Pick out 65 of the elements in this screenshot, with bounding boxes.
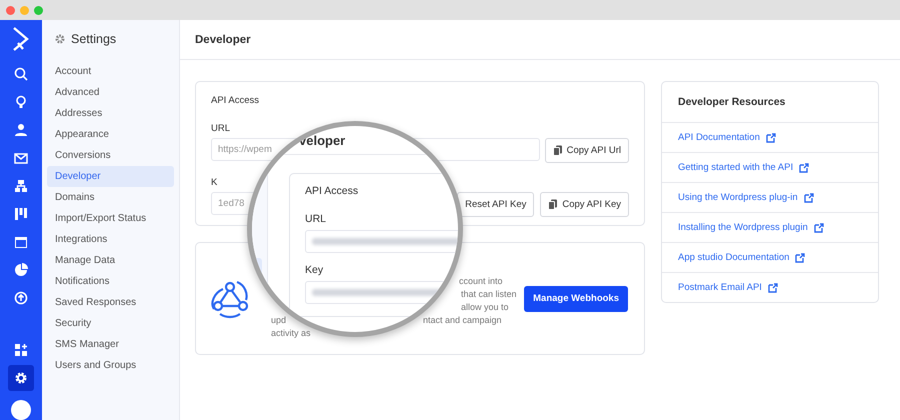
org-chart-icon	[14, 179, 28, 193]
card-title: API Access	[305, 185, 360, 197]
search-icon	[14, 67, 28, 81]
sidebar-item[interactable]: Addresses	[47, 103, 174, 124]
upload-circle-icon	[14, 291, 28, 305]
sidebar-item[interactable]: SMS Manager	[47, 334, 174, 355]
resource-link[interactable]: API Documentation	[678, 132, 776, 143]
external-link-icon	[799, 162, 810, 172]
description-text: ccount into	[459, 275, 503, 288]
field-value: 1ed78	[218, 198, 244, 209]
sidebar-item[interactable]: Security	[47, 313, 174, 334]
external-link-icon	[768, 282, 778, 292]
sidebar-item[interactable]: Import/Export Status	[47, 208, 174, 229]
sidebar-item[interactable]: Developer	[47, 166, 174, 187]
logo-icon	[11, 26, 31, 52]
columns-icon	[14, 207, 28, 221]
resource-link[interactable]: App studio Documentation	[678, 252, 806, 263]
card-title: API Access	[211, 95, 260, 106]
description-text: that can listen	[461, 288, 517, 301]
manage-webhooks-button[interactable]: Manage Webhooks	[524, 286, 628, 312]
external-link-icon	[795, 252, 806, 262]
avatar[interactable]	[11, 400, 31, 420]
sidebar-item[interactable]: Appearance	[47, 124, 174, 145]
nav-button[interactable]	[8, 365, 34, 391]
card-title: Developer Resources	[662, 82, 878, 123]
resource-link[interactable]: Installing the Wordpress plugin	[678, 222, 824, 233]
description-text: activity as	[271, 327, 311, 340]
window-icon	[14, 235, 28, 249]
external-link-icon	[766, 132, 776, 142]
sidebar-title: Settings	[71, 32, 116, 46]
copy-button[interactable]: Copy API Url	[544, 138, 629, 163]
pie-chart-icon	[14, 263, 28, 277]
resource-link[interactable]: Getting started with the API	[678, 162, 810, 173]
field-label: K	[211, 177, 218, 188]
description-text: allow you to	[461, 301, 509, 314]
sidebar-item[interactable]: Integrations	[47, 229, 174, 250]
sidebar-item[interactable]: Account	[47, 61, 174, 82]
copy-button[interactable]: Copy API Key	[540, 192, 629, 217]
sidebar-item[interactable]: Saved Responses	[47, 292, 174, 313]
sidebar-item[interactable]: Manage Data	[47, 250, 174, 271]
field-label: Key	[305, 264, 324, 276]
page-title: Developer	[180, 20, 900, 60]
settings-icon	[14, 371, 28, 385]
settings-icon	[55, 34, 65, 44]
sidebar-item[interactable]: Domains	[47, 187, 174, 208]
copy-icon	[548, 199, 558, 210]
field-label: URL	[211, 123, 232, 134]
apps-plus-icon	[14, 343, 28, 357]
sidebar-item[interactable]: Users and Groups	[47, 355, 174, 376]
lightbulb-icon	[14, 95, 28, 109]
field-label: URL	[305, 213, 328, 225]
reset-button[interactable]: Reset API Key	[457, 192, 534, 217]
envelope-icon	[14, 151, 28, 165]
field-value: https://wpem	[218, 144, 272, 155]
person-icon	[14, 123, 28, 137]
external-link-icon	[814, 222, 824, 232]
description-text: upd	[271, 314, 286, 327]
sidebar-item[interactable]: Advanced	[47, 82, 174, 103]
external-link-icon	[804, 192, 814, 202]
description-text: ntact and campaign	[423, 314, 502, 327]
resource-link[interactable]: Postmark Email API	[678, 282, 778, 293]
sidebar-item[interactable]: Notifications	[47, 271, 174, 292]
copy-icon	[552, 145, 562, 156]
resource-link[interactable]: Using the Wordpress plug-in	[678, 192, 814, 203]
sidebar-item[interactable]: Conversions	[47, 145, 174, 166]
